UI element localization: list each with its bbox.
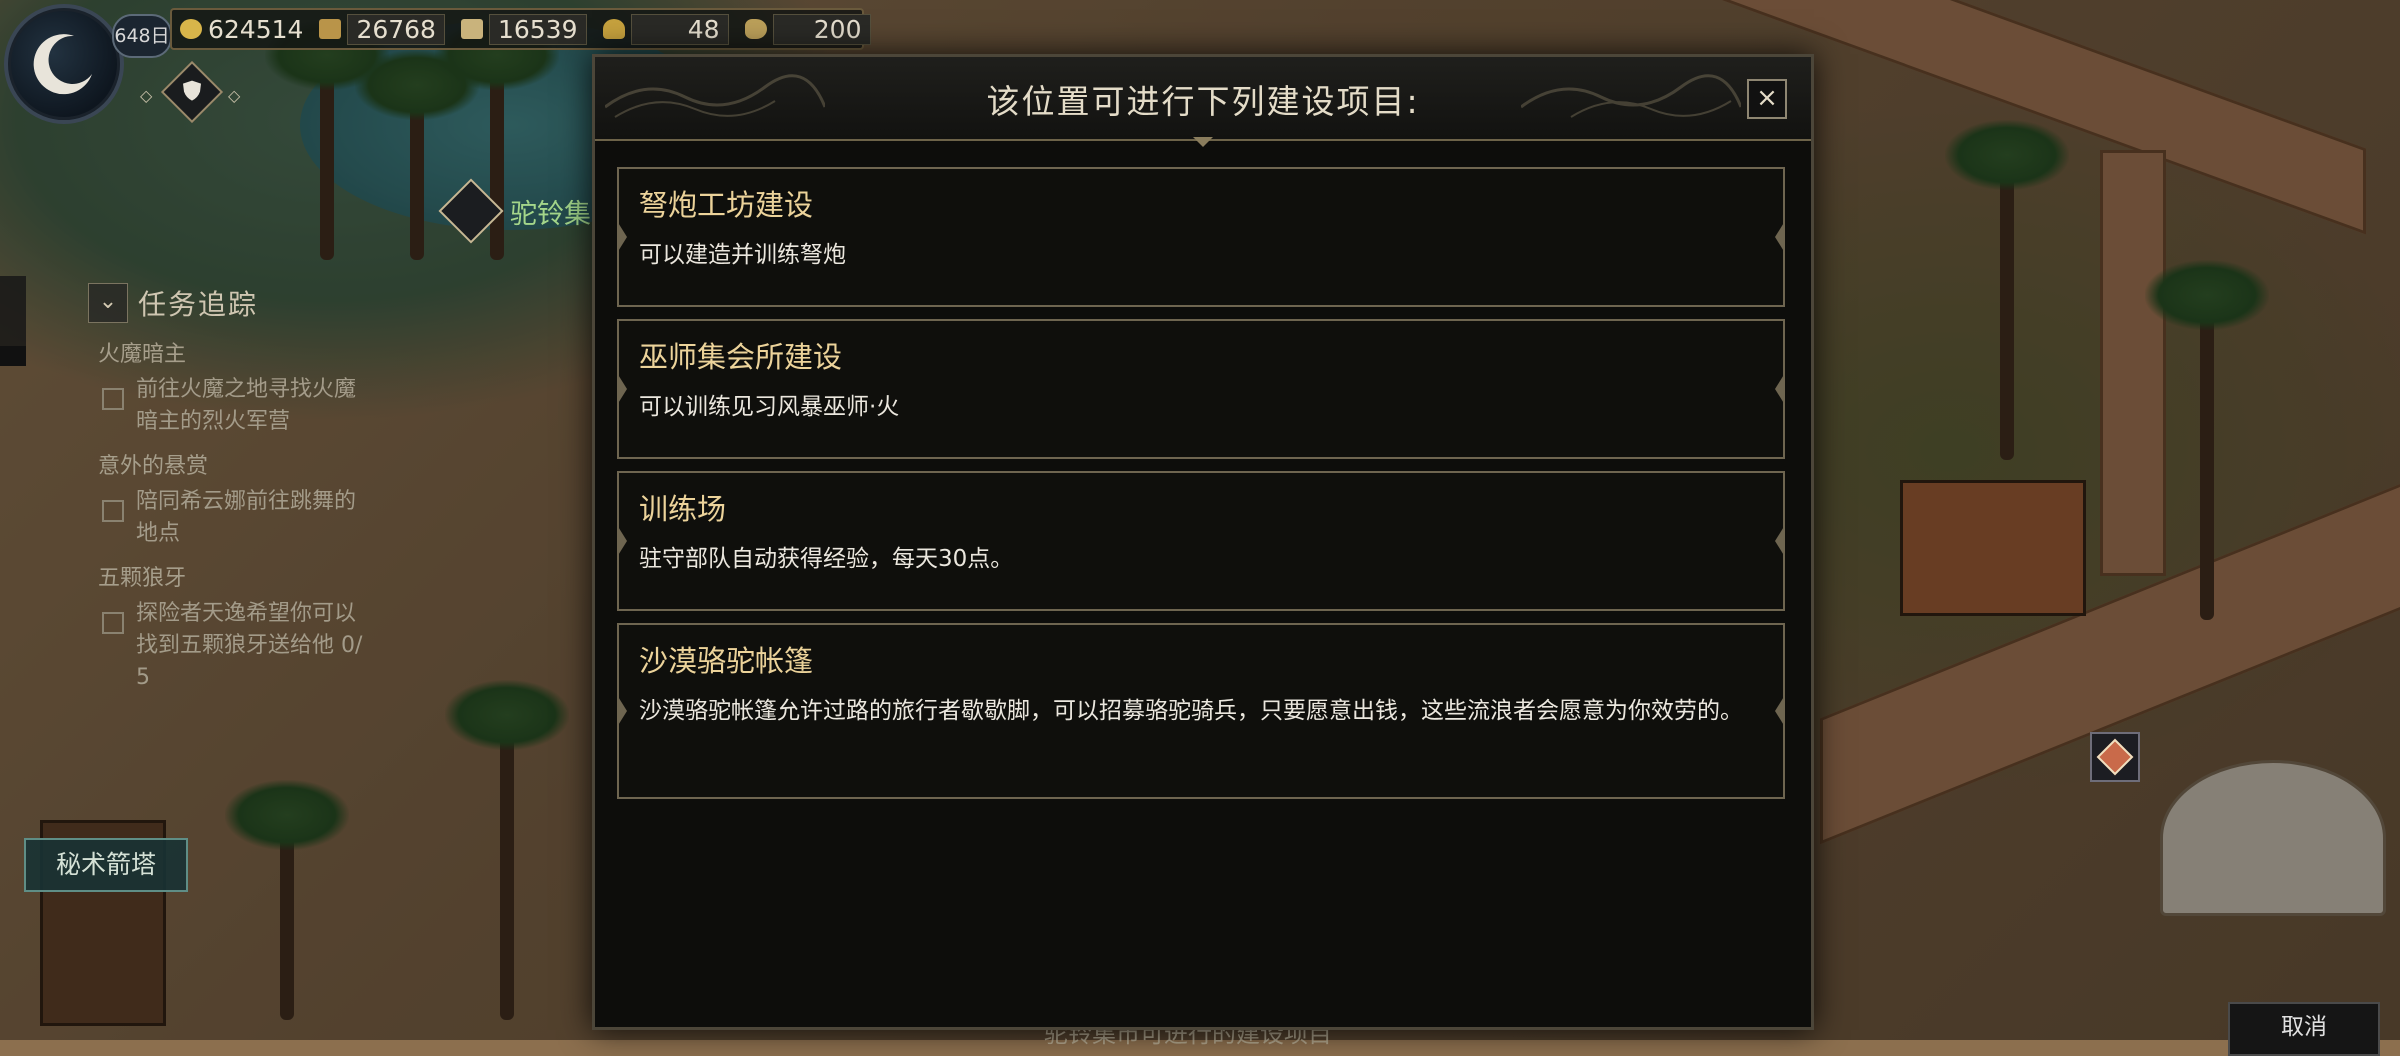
marker-gem [2096,738,2134,776]
map-marker-icon[interactable] [2090,732,2140,782]
objective-line: 地点 [136,521,181,546]
gold-coin-icon [180,19,202,39]
faction-selector[interactable]: ◇ ◇ [140,60,250,126]
objective-checkbox [102,500,124,522]
resource-value: 26768 [347,13,445,45]
resource-value: 624514 [208,14,304,44]
objective-line: 探险者天逸希望你可以 [136,601,357,626]
arrow-right-icon[interactable]: ◇ [228,86,240,105]
build-option-desc: 沙漠骆驼帐篷允许过路的旅行者歇歇脚，可以招募骆驼骑兵，只要愿意出钱，这些流浪者会… [639,698,1743,724]
objective-line: 找到五颗狼牙送给他 0/ [136,633,363,658]
resource-value: 48 [630,13,729,45]
build-option-desc: 可以建造并训练弩炮 [639,242,846,268]
stone-icon [460,19,483,39]
build-option-desc: 可以训练见习风暴巫师·火 [639,394,900,420]
arcane-tower-label[interactable]: 秘术箭塔 [24,838,188,892]
resource-stone[interactable]: 16539 [453,10,595,48]
resource-value: 16539 [488,13,587,45]
build-option-name: 弩炮工坊建设 [639,188,814,222]
cancel-button[interactable]: 取消 [2228,1002,2380,1056]
quest-objective[interactable]: 探险者天逸希望你可以 找到五颗狼牙送给他 0/ 5 [98,598,398,694]
resource-gold[interactable]: 624514 [172,10,311,48]
quest-objective[interactable]: 陪同希云娜前往跳舞的 地点 [98,486,398,550]
build-options-dialog: 该位置可进行下列建设项目: × 弩炮工坊建设 可以建造并训练弩炮 巫师集会所建设… [592,54,1814,1030]
chevron-down-icon[interactable]: ⌄ [88,283,128,323]
horn-icon [744,19,767,39]
build-option-camel-tent[interactable]: 沙漠骆驼帐篷 沙漠骆驼帐篷允许过路的旅行者歇歇脚，可以招募骆驼骑兵，只要愿意出钱… [617,623,1785,799]
quest-tracker: ⌄ 任务追踪 火魔暗主 前往火魔之地寻找火魔 暗主的烈火军营 意外的悬赏 陪同希… [88,280,398,694]
objective-line: 暗主的烈火军营 [136,409,291,434]
close-icon[interactable]: × [1747,79,1787,119]
shield-icon [183,80,201,101]
objective-checkbox [102,388,124,410]
grain-icon [602,19,625,39]
build-option-name: 训练场 [639,492,727,526]
objective-line: 前往火魔之地寻找火魔 [136,377,357,402]
dialog-title: 该位置可进行下列建设项目: [986,82,1420,121]
build-option-ballista-workshop[interactable]: 弩炮工坊建设 可以建造并训练弩炮 [617,167,1785,307]
quest-objective[interactable]: 前往火魔之地寻找火魔 暗主的烈火军营 [98,374,398,438]
resource-bar: 624514 26768 16539 48 200 [170,8,871,50]
header-notch [1193,137,1213,147]
quest-category[interactable]: 五颗狼牙 [98,560,398,592]
build-option-desc: 驻守部队自动获得经验，每天30点。 [639,546,1014,572]
build-option-name: 巫师集会所建设 [639,340,843,374]
crescent-moon-icon [33,34,92,95]
day-night-moon[interactable] [4,4,124,124]
arrow-left-icon[interactable]: ◇ [140,86,152,105]
location-emblem-icon [438,178,504,244]
quest-tracker-header[interactable]: ⌄ 任务追踪 [88,280,398,326]
build-option-wizard-guild[interactable]: 巫师集会所建设 可以训练见习风暴巫师·火 [617,319,1785,459]
resource-value: 200 [772,13,871,45]
resource-population[interactable]: 200 [737,10,879,48]
quest-category[interactable]: 意外的悬赏 [98,448,398,480]
objective-text: 陪同希云娜前往跳舞的 地点 [136,486,356,550]
quest-tracker-title: 任务追踪 [138,288,259,321]
build-option-training-ground[interactable]: 训练场 驻守部队自动获得经验，每天30点。 [617,471,1785,611]
side-panel-tab[interactable] [0,276,26,366]
resource-lumber[interactable]: 26768 [311,10,453,48]
lumber-icon [319,19,342,39]
objective-line: 陪同希云娜前往跳舞的 [136,489,357,514]
dialog-header: 该位置可进行下列建设项目: × [595,57,1811,141]
objective-text: 前往火魔之地寻找火魔 暗主的烈火军营 [136,374,356,438]
side-tab-marker [0,346,26,366]
quest-category[interactable]: 火魔暗主 [98,336,398,368]
location-name: 驼铃集 [510,198,591,230]
resource-food[interactable]: 48 [595,10,737,48]
objective-checkbox [102,612,124,634]
shield-badge[interactable] [160,60,224,124]
objective-line: 5 [136,665,150,690]
location-label[interactable]: 驼铃集 [438,178,591,244]
day-counter: 648日 [112,14,172,58]
build-option-name: 沙漠骆驼帐篷 [639,644,814,678]
objective-text: 探险者天逸希望你可以 找到五颗狼牙送给他 0/ 5 [136,598,362,694]
build-option-list: 弩炮工坊建设 可以建造并训练弩炮 巫师集会所建设 可以训练见习风暴巫师·火 训练… [617,167,1785,811]
